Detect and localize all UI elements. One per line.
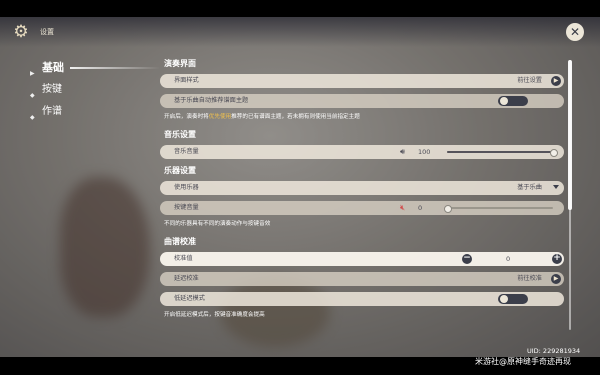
- slider-fill: [447, 151, 553, 153]
- low-latency-row: 低延迟模式: [160, 292, 564, 306]
- performance-hint: 开启后，演奏时将优先使用推荐的已有谱面主题，若未拥有则使用当前指定主题: [164, 114, 360, 120]
- key-volume-slider[interactable]: [444, 205, 553, 213]
- scrollbar-thumb[interactable]: [568, 60, 572, 210]
- calibration-value: 0: [506, 255, 511, 263]
- increment-button[interactable]: +: [552, 254, 562, 264]
- row-label: 按键音量: [174, 204, 199, 211]
- slider-thumb[interactable]: [550, 149, 558, 157]
- slider-thumb[interactable]: [444, 205, 452, 213]
- settings-panel: 演奏界面 界面样式 前往设置 ▶ 基于乐曲自动推荐谱面主题 开启后，演奏时将优先…: [160, 58, 564, 327]
- selected-marker-icon: ▶: [30, 70, 35, 77]
- calibration-value-row: 校准值 − 0 +: [160, 252, 564, 266]
- key-volume-row: 按键音量 🔇︎ 0: [160, 201, 564, 215]
- sidebar-item-label: 作谱: [42, 106, 62, 117]
- sidebar-item-keys[interactable]: ◆ 按键: [30, 82, 140, 104]
- page-title: 设置: [40, 28, 54, 36]
- sidebar-item-label: 按键: [42, 84, 62, 95]
- row-label: 使用乐器: [174, 184, 199, 191]
- row-label: 界面样式: [174, 77, 199, 84]
- section-heading-calibration: 曲谱校准: [164, 237, 196, 246]
- music-volume-value: 100: [418, 148, 431, 156]
- sidebar-item-label: 基础: [42, 61, 64, 74]
- muted-speaker-icon[interactable]: 🔇︎: [400, 203, 410, 213]
- section-heading-instrument: 乐器设置: [164, 166, 196, 175]
- sidebar-item-compose[interactable]: ◆ 作谱: [30, 104, 140, 126]
- chevron-down-icon[interactable]: [553, 185, 559, 189]
- row-label: 基于乐曲自动推荐谱面主题: [174, 97, 249, 104]
- key-volume-value: 0: [418, 204, 423, 212]
- toggle-knob: [500, 295, 508, 303]
- watermark-text: 米游社@原神缝手奇迹再现: [475, 357, 571, 366]
- section-heading-performance: 演奏界面: [164, 59, 196, 68]
- close-icon: ✕: [569, 25, 581, 39]
- uid-label: UID: 229281934: [527, 347, 581, 355]
- row-label: 校准值: [174, 255, 193, 262]
- row-value: 基于乐曲: [517, 184, 542, 191]
- settings-header: ⚙ 设置 ✕: [0, 17, 600, 47]
- music-volume-row: 音乐音量 🔊︎ 100: [160, 145, 564, 159]
- auto-recommend-row: 基于乐曲自动推荐谱面主题: [160, 94, 564, 108]
- auto-recommend-toggle[interactable]: [498, 96, 528, 106]
- decrement-button[interactable]: −: [462, 254, 472, 264]
- arrow-right-icon[interactable]: ▶: [551, 76, 561, 86]
- use-instrument-row[interactable]: 使用乐器 基于乐曲: [160, 181, 564, 195]
- music-volume-slider[interactable]: [447, 149, 558, 157]
- row-label: 低延迟模式: [174, 295, 205, 302]
- settings-sidebar: ▶ 基础 ◆ 按键 ◆ 作谱: [30, 60, 160, 126]
- panel-scrollbar[interactable]: [568, 60, 572, 330]
- close-button[interactable]: ✕: [566, 23, 584, 41]
- gear-icon: ⚙: [13, 22, 29, 42]
- low-latency-toggle[interactable]: [498, 294, 528, 304]
- row-value: 前往设置: [517, 77, 542, 84]
- interface-style-row[interactable]: 界面样式 前往设置 ▶: [160, 74, 564, 88]
- bullet-icon: ◆: [30, 92, 35, 99]
- row-label: 延迟校准: [174, 275, 199, 282]
- speaker-icon[interactable]: 🔊︎: [400, 147, 405, 157]
- arrow-right-icon[interactable]: ▶: [551, 274, 561, 284]
- row-value: 前往校准: [517, 275, 542, 282]
- calibration-hint: 开启低延迟模式后，按键音准确度会提高: [164, 312, 265, 318]
- toggle-knob: [500, 97, 508, 105]
- delay-calibration-row[interactable]: 延迟校准 前往校准 ▶: [160, 272, 564, 286]
- instrument-hint: 不同的乐器具有不同的演奏动作与按键音效: [164, 221, 271, 227]
- row-label: 音乐音量: [174, 148, 199, 155]
- sidebar-item-basic[interactable]: ▶ 基础: [30, 60, 160, 82]
- bullet-icon: ◆: [30, 114, 35, 121]
- section-heading-music: 音乐设置: [164, 130, 196, 139]
